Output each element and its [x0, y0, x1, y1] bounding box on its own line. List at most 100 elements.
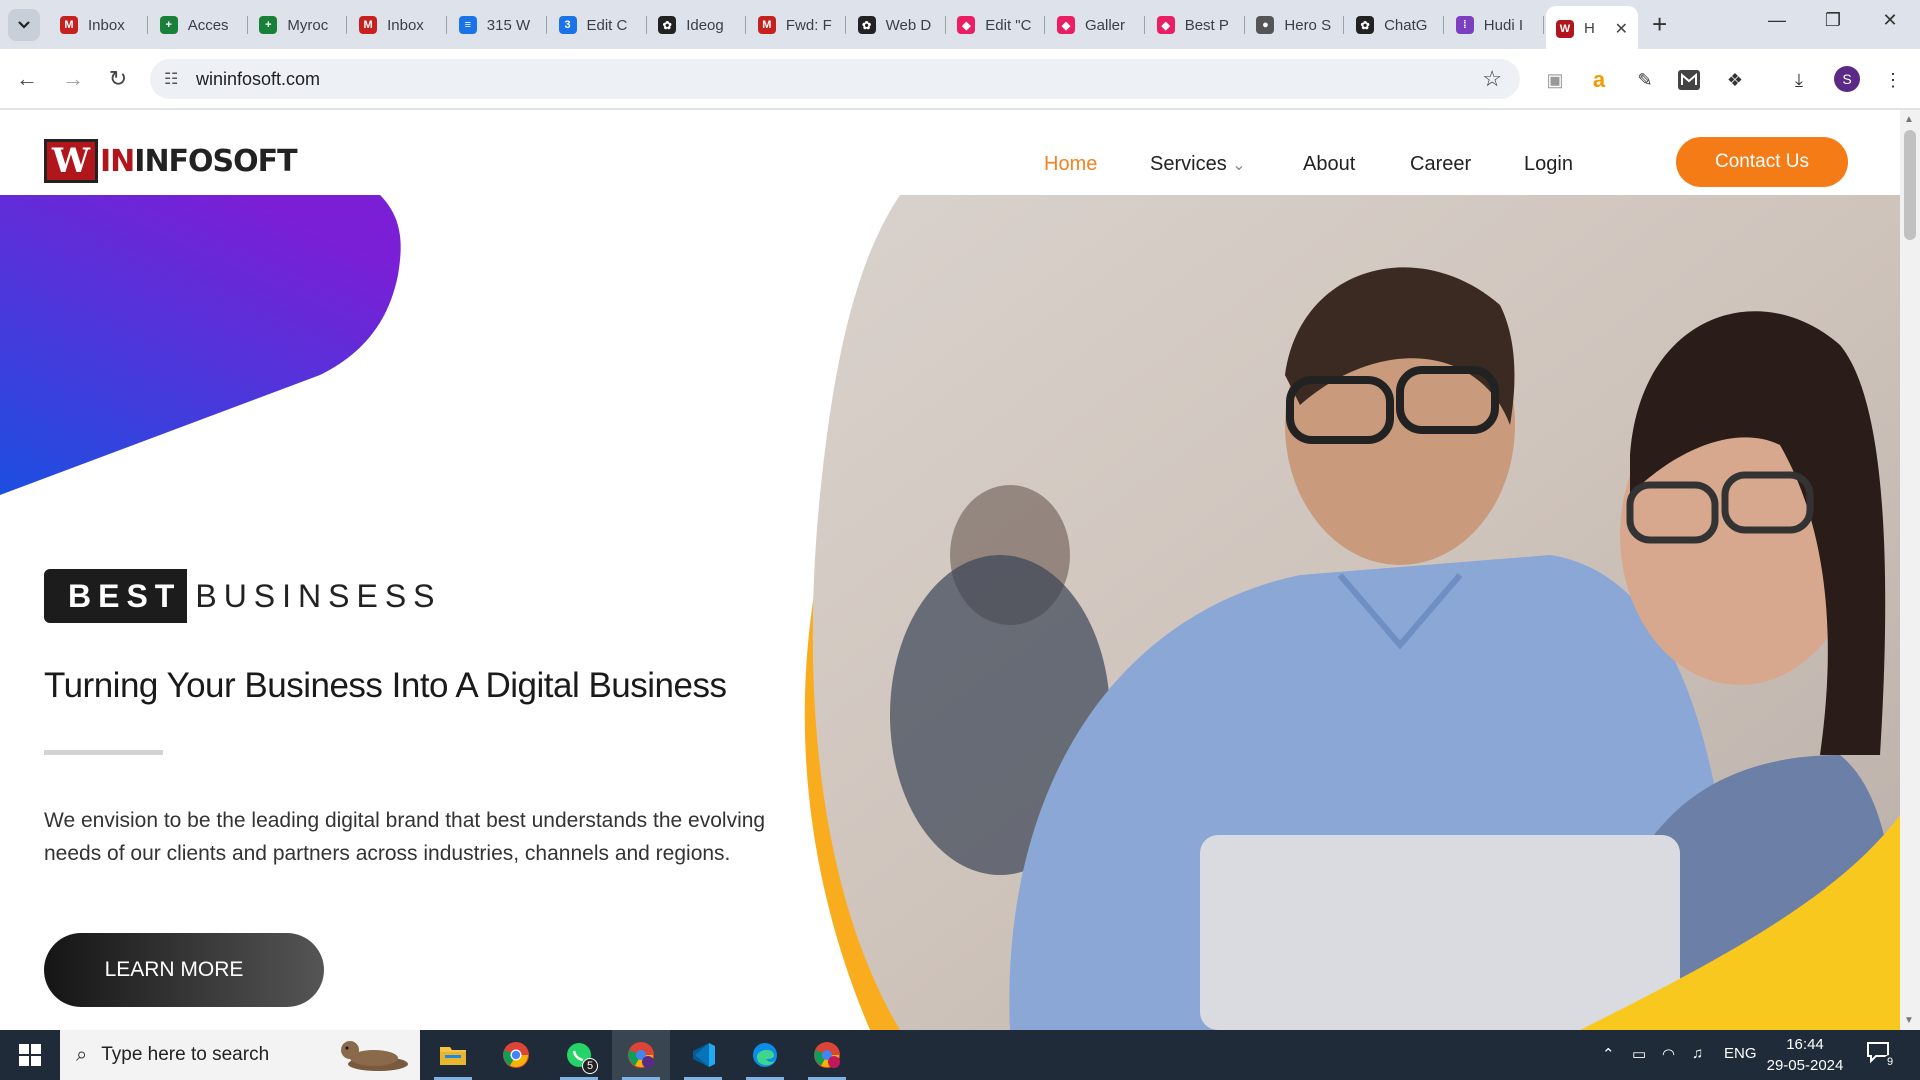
tab-separator: [1144, 16, 1145, 34]
hero-headline: Turning Your Business Into A Digital Bus…: [44, 666, 727, 705]
openai-icon: ✿: [857, 16, 876, 34]
notification-count: 9: [1883, 1055, 1897, 1069]
extensions-puzzle-icon[interactable]: ❖: [1722, 67, 1748, 93]
tab[interactable]: ✿ Ideog: [648, 10, 747, 40]
eyedropper-extension-icon[interactable]: ✎: [1632, 67, 1658, 93]
bookmark-star-icon[interactable]: ☆: [1482, 66, 1502, 92]
globe-icon: ●: [1256, 16, 1275, 34]
gmail-icon: M: [757, 16, 776, 34]
tab-label: Ideog: [686, 16, 724, 34]
hero-image: [804, 195, 1900, 1030]
tab-separator: [1542, 16, 1544, 34]
tab[interactable]: ✿ ChatG: [1346, 10, 1445, 40]
tab-separator: [1243, 16, 1245, 34]
back-icon[interactable]: ←: [12, 65, 42, 93]
clock-date: 29-05-2024: [1766, 1057, 1844, 1074]
docs-icon: ≡: [458, 16, 477, 34]
notifications-button[interactable]: 9: [1866, 1040, 1897, 1070]
tab[interactable]: ⁞ Hudi I: [1446, 10, 1544, 40]
close-tab-icon[interactable]: ✕: [1615, 19, 1628, 39]
tab[interactable]: ◆ Best P: [1147, 10, 1245, 40]
restore-icon[interactable]: ❐: [1813, 10, 1853, 31]
contact-us-button[interactable]: Contact Us: [1676, 137, 1848, 187]
close-window-icon[interactable]: ✕: [1870, 10, 1910, 31]
sheets-icon: +: [259, 16, 278, 34]
url-text[interactable]: wininfosoft.com: [196, 69, 320, 90]
windows-logo-icon: [19, 1044, 41, 1066]
m-extension-icon[interactable]: [1676, 67, 1702, 93]
tab[interactable]: 3 Edit C: [549, 10, 647, 40]
scroll-up-icon[interactable]: ▲: [1904, 114, 1914, 125]
tab[interactable]: ≡ 315 W: [449, 10, 547, 40]
scrollbar-thumb[interactable]: [1904, 130, 1916, 240]
language-indicator[interactable]: ENG: [1724, 1045, 1757, 1062]
pink-logo-icon: ◆: [1156, 16, 1175, 34]
wifi-icon[interactable]: ◠: [1662, 1045, 1675, 1063]
new-tab-button[interactable]: +: [1652, 10, 1667, 38]
vscode-app[interactable]: [674, 1030, 732, 1080]
nav-home[interactable]: Home: [1044, 153, 1097, 176]
chrome-profile-icon: [814, 1042, 840, 1068]
315-icon: 3: [558, 16, 577, 34]
reload-icon[interactable]: ↻: [103, 65, 133, 93]
tab[interactable]: ✿ Web D: [848, 10, 946, 40]
edge-app[interactable]: [736, 1030, 794, 1080]
show-hidden-icons-icon[interactable]: ⌃: [1602, 1045, 1615, 1063]
tab-label: Web D: [885, 16, 932, 34]
tab-label: Acces: [187, 16, 229, 34]
nav-career[interactable]: Career: [1410, 153, 1471, 176]
nav-about[interactable]: About: [1303, 153, 1355, 176]
download-icon[interactable]: ⤓: [1786, 67, 1812, 93]
taskbar-search[interactable]: ⌕ Type here to search: [60, 1030, 420, 1080]
start-button[interactable]: [0, 1030, 60, 1080]
hero-paragraph: We envision to be the leading digital br…: [44, 809, 766, 865]
edge-icon: [753, 1043, 777, 1067]
site-logo[interactable]: W ININFOSOFT: [44, 138, 298, 184]
tab-separator: [1343, 16, 1345, 34]
folder-icon: [440, 1047, 466, 1065]
tab-label: Fwd: F: [785, 16, 832, 34]
tab[interactable]: + Acces: [150, 10, 248, 40]
tab-active[interactable]: W H ✕: [1546, 6, 1638, 49]
scroll-down-icon[interactable]: ▼: [1904, 1015, 1914, 1026]
nav-services[interactable]: Services ⌄: [1150, 153, 1246, 176]
amazon-extension-icon[interactable]: a: [1586, 67, 1612, 93]
chrome-app[interactable]: [487, 1030, 545, 1080]
forward-icon[interactable]: →: [58, 65, 88, 93]
tab-separator: [645, 16, 647, 34]
menu-kebab-icon[interactable]: ⋮: [1880, 67, 1906, 93]
tab[interactable]: + Myroc: [249, 10, 348, 40]
tab-label: Myroc: [287, 16, 329, 34]
tab-label: ChatG: [1384, 16, 1428, 34]
wininfosoft-icon: W: [1556, 19, 1574, 38]
tab[interactable]: ● Hero S: [1246, 10, 1345, 40]
chrome-profile-2-app[interactable]: [798, 1030, 856, 1080]
tab[interactable]: M Inbox: [349, 10, 448, 40]
clock[interactable]: 16:44 29-05-2024: [1760, 1034, 1850, 1076]
minimize-icon[interactable]: —: [1757, 10, 1797, 31]
divider: [44, 750, 163, 755]
address-bar[interactable]: ☷ wininfosoft.com ☆: [150, 59, 1520, 99]
battery-icon[interactable]: ▭: [1632, 1045, 1646, 1063]
page-scrollbar[interactable]: ▲ ▼: [1900, 110, 1920, 1030]
tab-label: Best P: [1184, 16, 1229, 34]
volume-icon[interactable]: ♫: [1692, 1045, 1703, 1062]
camera-extension-icon[interactable]: ▣: [1542, 67, 1568, 93]
badge-dark: BEST: [44, 569, 188, 623]
learn-more-button[interactable]: LEARN MORE: [44, 933, 324, 1007]
tab-search-button[interactable]: [8, 9, 40, 41]
profile-avatar[interactable]: S: [1834, 66, 1860, 92]
nav-login[interactable]: Login: [1524, 153, 1573, 176]
openai-icon: ✿: [658, 16, 677, 34]
tab-separator: [1044, 16, 1046, 34]
tab-separator: [147, 16, 148, 34]
tab[interactable]: M Fwd: F: [748, 10, 846, 40]
tab[interactable]: ◆ Galler: [1047, 10, 1145, 40]
tab[interactable]: M Inbox: [50, 10, 148, 40]
file-explorer-app[interactable]: [424, 1030, 482, 1080]
chrome-profile-app[interactable]: [612, 1030, 670, 1080]
tab[interactable]: ◆ Edit "C: [947, 10, 1046, 40]
chevron-down-icon: [18, 21, 30, 29]
site-info-icon[interactable]: ☷: [164, 69, 178, 89]
whatsapp-app[interactable]: 5: [550, 1030, 608, 1080]
